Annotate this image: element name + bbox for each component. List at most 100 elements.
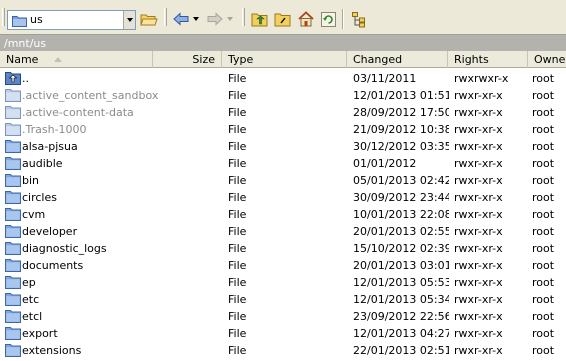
cell-rights: rwxr-xr-x <box>454 293 503 306</box>
table-row[interactable]: .Trash-1000 File 21/09/2012 10:38 rwxr-xr-x… <box>0 120 566 137</box>
table-row[interactable]: .active-content-data File 28/09/2012 17:50… <box>0 103 566 120</box>
refresh-icon <box>320 11 336 27</box>
cell-changed: 23/09/2012 22:56 <box>353 310 449 323</box>
cell-name: audible <box>22 157 63 170</box>
tree-view-button[interactable] <box>349 9 369 29</box>
home-icon <box>298 11 314 27</box>
cell-rights: rwxr-xr-x <box>454 310 503 323</box>
cell-changed: 05/01/2013 02:42 <box>353 174 449 187</box>
file-list[interactable]: Name Size Type Changed Rights Owner .. Fi… <box>0 51 566 361</box>
cell-rights: rwxr-xr-x <box>454 106 503 119</box>
toolbar: us <box>0 0 566 34</box>
back-history-dropdown[interactable] <box>190 9 202 29</box>
table-row[interactable]: cvm File 10/01/2013 22:08 rwxr-xr-x root <box>0 205 566 222</box>
folder-icon <box>5 310 21 323</box>
column-header-owner-label: Owner <box>534 53 566 66</box>
cell-type: File <box>228 327 247 340</box>
column-header-row: Name Size Type Changed Rights Owner <box>0 51 566 68</box>
cell-name: bin <box>22 174 40 187</box>
table-row[interactable]: ep File 12/01/2013 05:53 rwxr-xr-x root <box>0 273 566 290</box>
chevron-down-icon <box>227 17 233 21</box>
cell-owner: root <box>532 276 555 289</box>
table-row[interactable]: etc File 12/01/2013 05:34 rwxr-xr-x root <box>0 290 566 307</box>
current-path: /mnt/us <box>4 37 47 50</box>
folder-open-icon <box>140 14 158 25</box>
column-header-changed-label: Changed <box>353 53 403 66</box>
column-header-owner[interactable]: Owner <box>528 51 566 68</box>
cell-type: File <box>228 89 247 102</box>
cell-type: File <box>228 140 247 153</box>
folder-icon <box>5 157 21 170</box>
table-row[interactable]: audible File 01/01/2012 rwxr-xr-x root <box>0 154 566 171</box>
table-row[interactable]: circles File 30/09/2012 23:44 rwxr-xr-x root <box>0 188 566 205</box>
column-header-rights-label: Rights <box>454 53 489 66</box>
cell-changed: 22/01/2013 02:51 <box>353 344 449 357</box>
back-arrow-icon <box>173 12 189 26</box>
chevron-down-icon[interactable] <box>123 11 135 29</box>
cell-rights: rwxr-xr-x <box>454 276 503 289</box>
table-row[interactable]: etcl File 23/09/2012 22:56 rwxr-xr-x root <box>0 307 566 324</box>
cell-type: File <box>228 344 247 357</box>
cell-changed: 12/01/2013 04:27 <box>353 327 449 340</box>
parent-directory-button[interactable] <box>250 9 270 29</box>
cell-changed: 21/09/2012 10:38 <box>353 123 449 136</box>
cell-changed: 12/01/2013 01:51 <box>353 89 449 102</box>
cell-owner: root <box>532 191 555 204</box>
cell-owner: root <box>532 174 555 187</box>
folder-icon <box>12 16 27 27</box>
path-combobox[interactable]: us <box>7 10 136 30</box>
table-row[interactable]: diagnostic_logs File 15/10/2012 02:39 rwxr-… <box>0 239 566 256</box>
cell-name: extensions <box>22 344 82 357</box>
cell-owner: root <box>532 72 555 85</box>
sort-ascending-icon <box>54 57 62 62</box>
refresh-button[interactable] <box>318 9 338 29</box>
table-row[interactable]: bin File 05/01/2013 02:42 rwxr-xr-x root <box>0 171 566 188</box>
cell-name: developer <box>22 225 78 238</box>
folder-icon <box>5 191 21 204</box>
cell-rights: rwxr-xr-x <box>454 208 503 221</box>
cell-name: etc <box>22 293 40 306</box>
forward-button[interactable] <box>205 9 225 29</box>
column-header-type[interactable]: Type <box>222 51 347 68</box>
table-row[interactable]: .active_content_sandbox File 12/01/2013 01… <box>0 86 566 103</box>
column-header-name[interactable]: Name <box>0 51 153 68</box>
cell-rights: rwxr-xr-x <box>454 140 503 153</box>
table-row[interactable]: documents File 20/01/2013 03:01 rwxr-xr-x ro… <box>0 256 566 273</box>
folder-icon <box>5 140 21 153</box>
cell-type: File <box>228 310 247 323</box>
cell-changed: 12/01/2013 05:34 <box>353 293 449 306</box>
column-header-changed[interactable]: Changed <box>347 51 448 68</box>
root-dir-icon <box>274 13 291 26</box>
folder-open-button[interactable] <box>139 9 159 29</box>
toolbar-grip[interactable] <box>242 8 245 26</box>
cell-changed: 20/01/2013 03:01 <box>353 259 449 272</box>
cell-type: File <box>228 72 247 85</box>
back-button[interactable] <box>171 9 191 29</box>
cell-type: File <box>228 123 247 136</box>
column-header-size[interactable]: Size <box>153 51 222 68</box>
table-row[interactable]: .. File 03/11/2011 rwxrwxr-x root <box>0 69 566 86</box>
toolbar-grip[interactable] <box>164 8 167 26</box>
cell-name: diagnostic_logs <box>22 242 107 255</box>
table-row[interactable]: export File 12/01/2013 04:27 rwxr-xr-x root <box>0 324 566 341</box>
column-header-rights[interactable]: Rights <box>448 51 528 68</box>
cell-type: File <box>228 225 247 238</box>
cell-type: File <box>228 276 247 289</box>
home-button[interactable] <box>296 9 316 29</box>
forward-history-dropdown[interactable] <box>224 9 236 29</box>
cell-changed: 30/09/2012 23:44 <box>353 191 449 204</box>
cell-name: circles <box>22 191 57 204</box>
table-row[interactable]: developer File 20/01/2013 02:55 rwxr-xr-x ro… <box>0 222 566 239</box>
folder-icon <box>5 225 21 238</box>
cell-owner: root <box>532 208 555 221</box>
folder-icon <box>5 344 21 357</box>
cell-rights: rwxrwxr-x <box>454 72 509 85</box>
table-row[interactable]: alsa-pjsua File 30/12/2012 03:35 rwxr-xr-x r… <box>0 137 566 154</box>
cell-owner: root <box>532 327 555 340</box>
cell-rights: rwxr-xr-x <box>454 157 503 170</box>
cell-owner: root <box>532 106 555 119</box>
toolbar-grip[interactable] <box>2 8 5 26</box>
table-row[interactable]: extensions File 22/01/2013 02:51 rwxr-xr-x r… <box>0 341 566 358</box>
root-directory-button[interactable] <box>273 9 293 29</box>
folder-icon <box>5 259 21 272</box>
